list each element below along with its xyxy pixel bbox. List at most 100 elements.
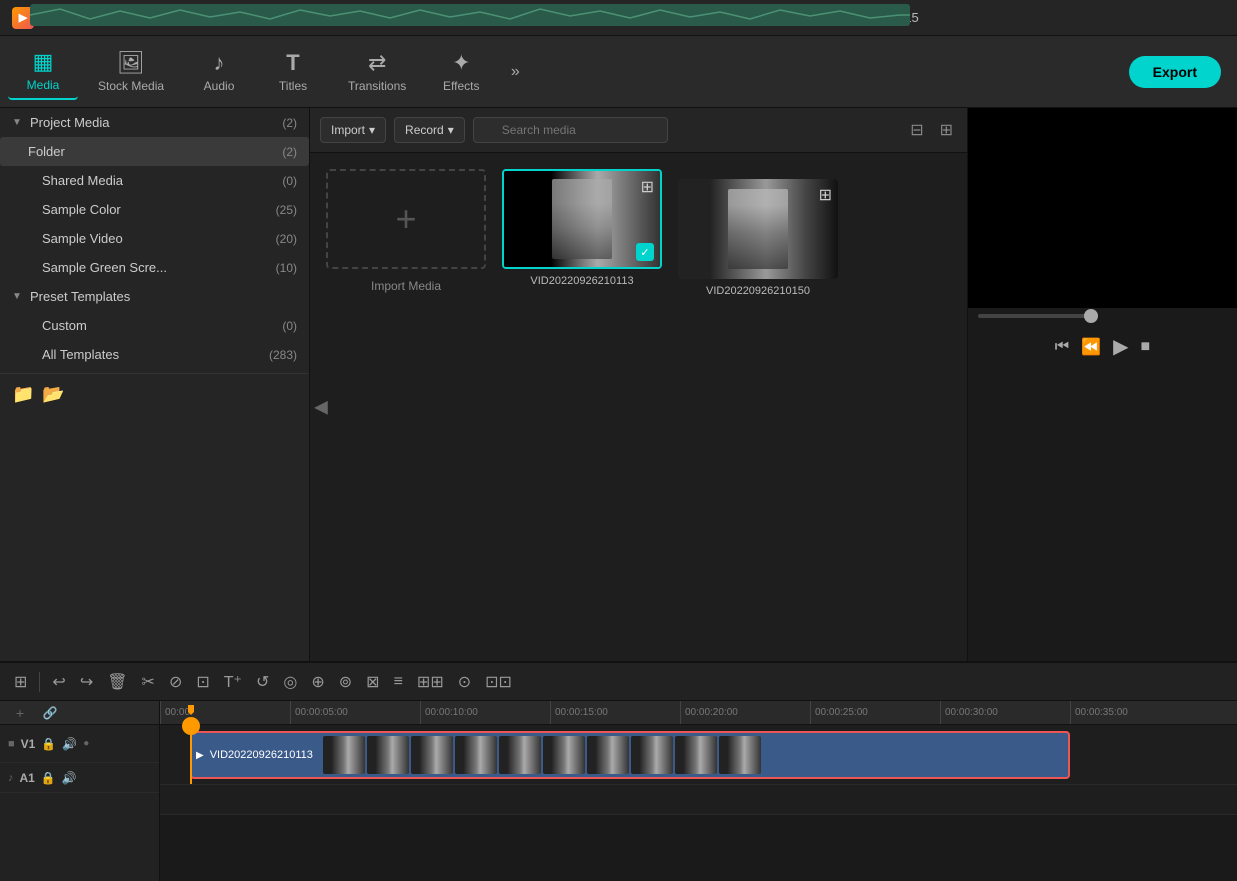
tl-stabilize-btn[interactable]: ⊠ [360,668,385,696]
tl-keyframe-btn[interactable]: ≡ [388,669,409,695]
video-grid-icon-2: ⊞ [819,185,832,205]
audio-icon: ♪ [214,50,225,76]
tl-grid-btn[interactable]: ⊞ [8,668,33,696]
toolbar-stock-media[interactable]: 🖼 Stock Media [82,44,180,99]
playhead[interactable] [190,725,192,784]
grid-view-icon[interactable]: ⊞ [936,116,957,144]
sidebar-folder[interactable]: Folder (2) [0,137,309,166]
track-thumb-mini-2 [367,736,409,774]
preview-slider-knob [1084,309,1098,323]
tl-deselect-btn[interactable]: ⊘ [163,668,188,696]
track-thumb-mini-9 [675,736,717,774]
track-a1-label: A1 [20,771,35,785]
ruler-mark-5: 00:00:25:00 [810,701,868,724]
effects-icon: ✦ [452,50,470,76]
tl-delete-btn[interactable]: 🗑 [101,668,133,696]
tl-speed-btn[interactable]: ⊙ [452,668,477,696]
sidebar-project-media[interactable]: ▼ Project Media (2) [0,108,309,137]
tl-link-btn[interactable]: 🔗 [38,701,62,725]
main-toolbar: ▦ Media 🖼 Stock Media ♪ Audio T Titles ⇄… [0,36,1237,108]
media-prev-arrow[interactable]: ◀ [314,397,328,418]
timeline-labels: + 🔗 ■ V1 🔒 🔊 ● ♪ A1 🔒 🔊 [0,701,160,881]
ruler-mark-7: 00:00:35:00 [1070,701,1128,724]
record-button[interactable]: Record ▾ [394,117,465,143]
sidebar-all-templates-label: All Templates [42,347,269,362]
stop-button[interactable]: ■ [1141,338,1151,356]
tl-mask-btn[interactable]: ⊚ [333,668,358,696]
track-a1-audio[interactable]: 🔊 [62,771,77,785]
toolbar-stock-label: Stock Media [98,79,164,93]
sidebar-sample-video[interactable]: Sample Video (20) [0,224,309,253]
sidebar-shared-media[interactable]: Shared Media (0) [0,166,309,195]
track-thumb-mini-5 [499,736,541,774]
toolbar-audio-label: Audio [204,79,235,93]
media-item-1[interactable]: ⊞ ✓ VID20220926210113 [502,169,662,297]
sidebar-sample-video-count: (20) [276,232,297,246]
track-thumb-mini-10 [719,736,761,774]
track-thumbnails [319,734,765,776]
toolbar-titles[interactable]: T Titles [258,44,328,99]
new-folder-icon[interactable]: 📁 [12,384,34,405]
media-toolbar: Import ▾ Record ▾ 🔍 ⊟ ⊞ [310,108,967,153]
media-label-2: VID20220926210150 [706,285,810,297]
tl-text-btn[interactable]: T⁺ [218,668,248,696]
transitions-icon: ⇄ [368,50,386,76]
tl-color-btn[interactable]: ◎ [277,668,303,696]
toolbar-media-label: Media [27,78,60,92]
track-a1-lock[interactable]: 🔒 [41,771,56,785]
track-v1-lock[interactable]: 🔒 [41,737,56,751]
ruler-mark-2: 00:00:10:00 [420,701,478,724]
tl-audio-btn[interactable]: ⊞⊞ [411,668,450,696]
video-track-block[interactable]: ▶ VID20220926210113 [190,731,1070,779]
tl-split-btn[interactable]: ⊡⊡ [479,668,518,696]
sidebar-project-media-section: ▼ Project Media (2) Folder (2) Shared Me… [0,108,309,282]
tl-redo-btn[interactable]: ↪ [74,668,99,696]
sidebar-preset-templates[interactable]: ▼ Preset Templates [0,282,309,311]
media-icon: ▦ [33,49,54,75]
toolbar-more-btn[interactable]: » [500,57,530,87]
track-thumb-mini-4 [455,736,497,774]
export-button[interactable]: Export [1129,56,1221,88]
track-a1-note: ♪ [8,772,14,784]
record-label: Record [405,123,444,137]
import-dropdown-icon: ▾ [369,123,375,137]
tl-pip-btn[interactable]: ⊕ [305,668,330,696]
tl-rotate-btn[interactable]: ↺ [250,668,275,696]
sidebar-preset-templates-section: ▼ Preset Templates Custom (0) All Templa… [0,282,309,369]
import-media-item[interactable]: + Import Media [326,169,486,297]
toolbar-audio[interactable]: ♪ Audio [184,44,254,99]
tl-undo-btn[interactable]: ↩ [46,668,71,696]
track-v1-audio[interactable]: 🔊 [62,737,77,751]
sidebar-sample-color[interactable]: Sample Color (25) [0,195,309,224]
media-item-2[interactable]: ⊞ VID20220926210150 [678,179,838,297]
prev-frame-button[interactable]: ⏮ [1055,338,1069,356]
search-input[interactable] [473,117,668,143]
tl-add-track-btn[interactable]: + [8,701,32,725]
smart-folder-icon[interactable]: 📂 [42,384,64,405]
sidebar-project-media-count: (2) [282,116,297,130]
filter-icon[interactable]: ⊟ [906,116,927,144]
sidebar-sample-green[interactable]: Sample Green Scre... (10) [0,253,309,282]
audio-track-label-row: ♪ A1 🔒 🔊 [0,763,159,793]
toolbar-transitions[interactable]: ⇄ Transitions [332,44,422,99]
toolbar-effects[interactable]: ✦ Effects [426,44,496,99]
preset-arrow-icon: ▼ [12,291,26,302]
sidebar-sample-video-label: Sample Video [42,231,276,246]
step-back-button[interactable]: ⏪ [1081,337,1101,357]
tl-cut-btn[interactable]: ✂ [136,668,161,696]
tl-crop-btn[interactable]: ⊡ [190,668,215,696]
ruler-mark-6: 00:00:30:00 [940,701,998,724]
timeline-content: + 🔗 ■ V1 🔒 🔊 ● ♪ A1 🔒 🔊 00:00 00:0 [0,701,1237,881]
sidebar-custom[interactable]: Custom (0) [0,311,309,340]
media-panel: Import ▾ Record ▾ 🔍 ⊟ ⊞ ◀ + Imp [310,108,967,661]
sidebar-all-templates[interactable]: All Templates (283) [0,340,309,369]
toolbar-media[interactable]: ▦ Media [8,43,78,100]
preview-slider[interactable] [978,314,1098,318]
play-button[interactable]: ▶ [1113,334,1128,359]
import-button[interactable]: Import ▾ [320,117,386,143]
track-v1-eye[interactable]: ● [83,738,89,749]
sidebar-custom-count: (0) [282,319,297,333]
thumb-check-1: ✓ [636,243,654,261]
sidebar-folder-label: Folder [28,144,282,159]
plus-icon: + [395,198,416,240]
